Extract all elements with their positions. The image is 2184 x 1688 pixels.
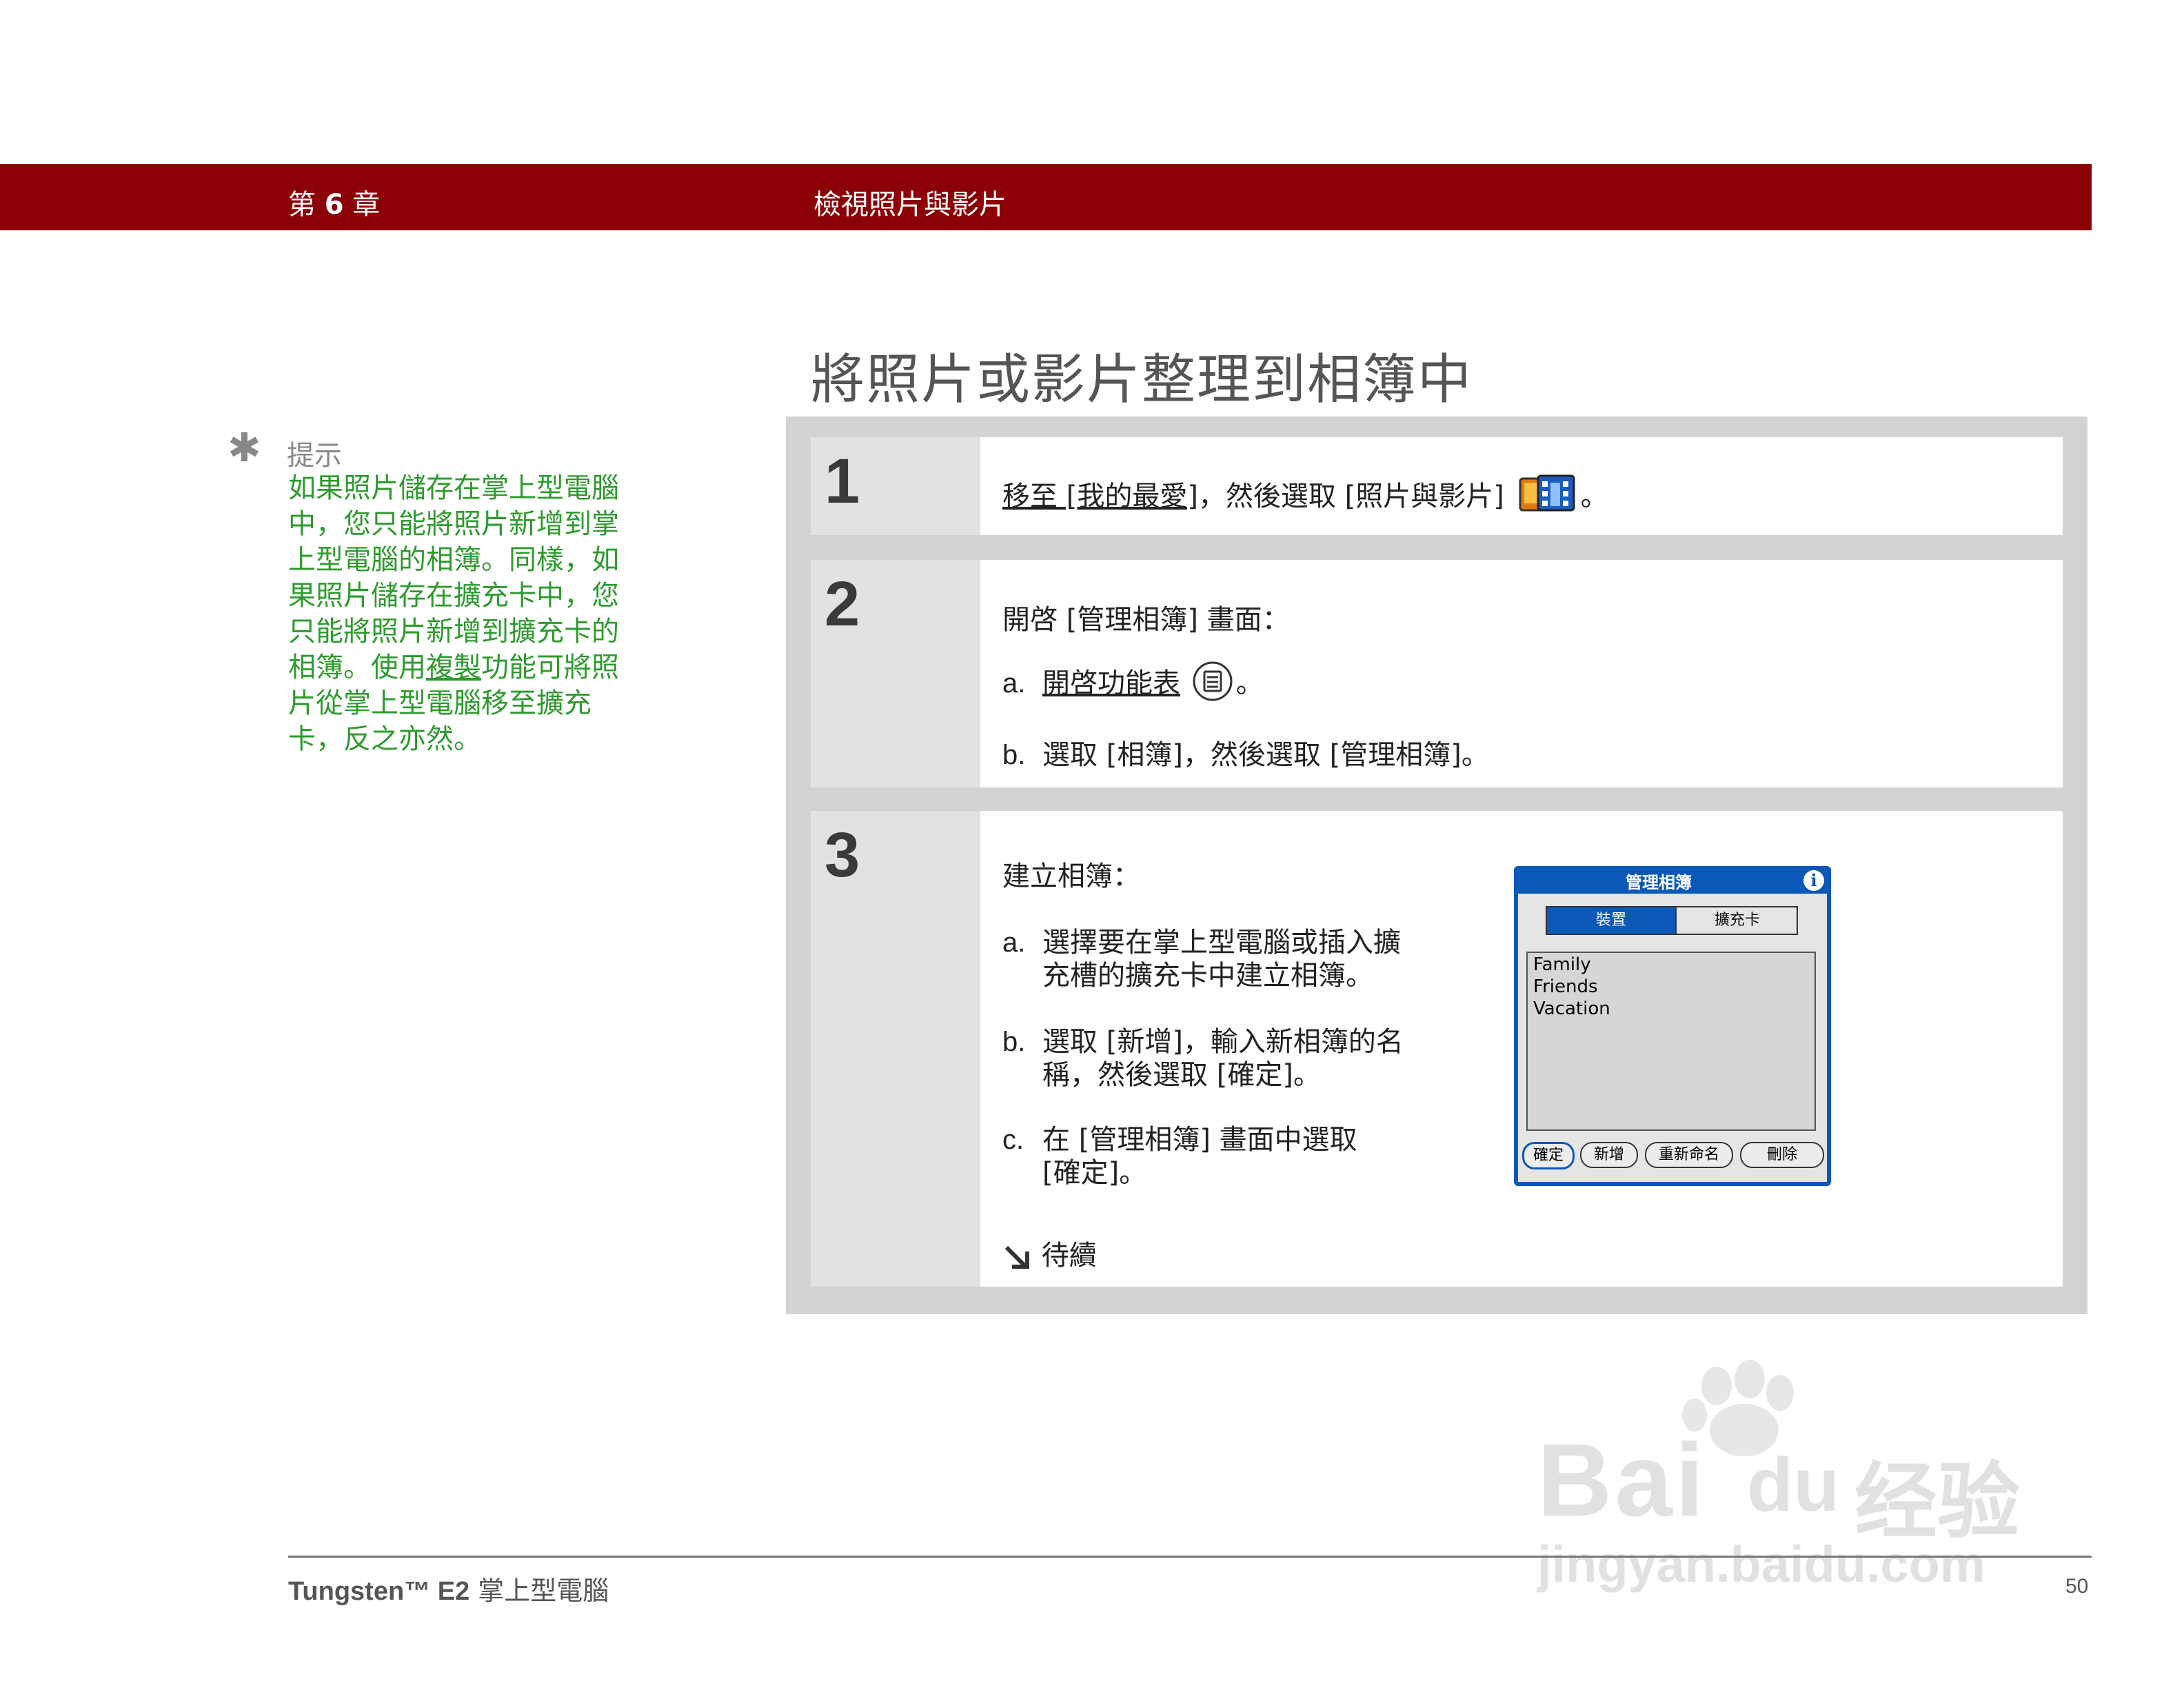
step-2: 2 開啓 [管理相簿] 畫面： a. 開啓功能表 。 b. 選取 [相簿]，然後選取… — [811, 560, 2063, 787]
step-3b-label: b. — [1002, 1027, 1026, 1057]
manage-albums-title: 管理相簿 — [1626, 873, 1692, 892]
step-number: 2 — [825, 569, 860, 639]
info-icon[interactable]: i — [1803, 870, 1824, 891]
chapter-label: 第 6 章 — [288, 182, 380, 222]
chapter-suffix: 章 — [352, 189, 381, 221]
chapter-header-band: 第 6 章 檢視照片與影片 — [0, 164, 2092, 230]
step-3c-label: c. — [1002, 1125, 1024, 1155]
step-3b-line2: 稱，然後選取 [確定]。 — [1042, 1059, 1321, 1091]
page-title: 將照片或影片整理到相簿中 — [811, 349, 1473, 411]
asterisk-icon: ✱ — [228, 424, 261, 471]
step-number: 3 — [825, 820, 860, 890]
product-name: Tungsten™ E2 — [288, 1577, 470, 1606]
list-item[interactable]: Friends — [1533, 976, 1598, 997]
manage-albums-body: 裝置 擴充卡 Family Friends Vacation 確定 新增 重新命… — [1518, 894, 1827, 1182]
list-item[interactable]: Vacation — [1533, 998, 1610, 1019]
chapter-prefix: 第 — [288, 189, 316, 221]
step-3: 3 建立相簿： a. 選擇要在掌上型電腦或插入擴 充槽的擴充卡中建立相簿。 b. 選… — [811, 811, 2063, 1287]
footer-product: Tungsten™ E2 掌上型電腦 — [288, 1569, 609, 1607]
tab-expansion-card[interactable]: 擴充卡 — [1675, 907, 1798, 934]
album-list: Family Friends Vacation — [1526, 952, 1816, 1131]
step-3a-line2: 充槽的擴充卡中建立相簿。 — [1042, 960, 1373, 992]
step-2a-label: a. — [1002, 668, 1026, 699]
step-1: 1 移至 [我的最愛]，然後選取 [照片與影片] 。 — [811, 437, 2063, 535]
watermark-bai: Bai — [1537, 1422, 1707, 1538]
location-tabs: 裝置 擴充卡 — [1546, 906, 1798, 935]
step-3a-label: a. — [1002, 927, 1026, 958]
page-number: 50 — [2065, 1575, 2089, 1598]
list-item[interactable]: Family — [1533, 954, 1591, 975]
step-1-text: 移至 [我的最愛]，然後選取 [照片與影片] 。 — [1002, 473, 1608, 523]
continued-label: 待續 — [1041, 1240, 1097, 1272]
favorites-link[interactable]: 移至 [我的最愛] — [1002, 481, 1198, 512]
step-1-end: 。 — [1580, 481, 1608, 512]
menu-icon — [1192, 661, 1233, 709]
step-2b-text: 選取 [相簿]，然後選取 [管理相簿]。 — [1042, 739, 1489, 771]
step-2a: a. 開啓功能表 。 — [1002, 661, 1264, 709]
copy-link[interactable]: 複製 — [426, 652, 481, 683]
step-2-intro: 開啓 [管理相簿] 畫面： — [1002, 604, 1290, 636]
step-2b: b. 選取 [相簿]，然後選取 [管理相簿]。 — [1002, 732, 1489, 772]
photos-videos-icon — [1517, 473, 1577, 523]
new-button[interactable]: 新增 — [1580, 1142, 1638, 1168]
delete-button[interactable]: 刪除 — [1740, 1142, 1824, 1168]
steps-frame: 1 移至 [我的最愛]，然後選取 [照片與影片] 。 2 開啓 [管理相簿] 畫… — [786, 416, 2087, 1314]
open-menu-link[interactable]: 開啓功能表 — [1042, 667, 1180, 699]
step-2b-label: b. — [1002, 740, 1026, 770]
step-3-intro: 建立相簿： — [1002, 861, 1140, 892]
footer-divider — [288, 1556, 2092, 1558]
step-3c-line2: [確定]。 — [1042, 1157, 1147, 1189]
step-1-instruction: ，然後選取 [照片與影片] — [1197, 481, 1504, 512]
manage-albums-screen: 管理相簿 i 裝置 擴充卡 Family Friends Vacation 確定… — [1514, 866, 1831, 1186]
section-title: 檢視照片與影片 — [813, 189, 1007, 221]
tip-label: 提示 — [287, 440, 342, 472]
tip-text: 如果照片儲存在掌上型電腦中，您只能將照片新增到掌上型電腦的相簿。同樣，如果照片儲… — [288, 470, 626, 757]
ok-button[interactable]: 確定 — [1522, 1142, 1575, 1169]
watermark-url: jingyan.baidu.com — [1537, 1536, 1985, 1593]
continued-note: 待續 — [1002, 1233, 1097, 1273]
watermark-du: du — [1747, 1443, 1840, 1527]
tab-device[interactable]: 裝置 — [1547, 907, 1675, 934]
chapter-number: 6 — [324, 189, 344, 221]
rename-button[interactable]: 重新命名 — [1645, 1142, 1733, 1168]
product-suffix: 掌上型電腦 — [478, 1576, 609, 1606]
step-2a-end: 。 — [1235, 667, 1264, 699]
continued-arrow-icon — [1002, 1240, 1042, 1272]
baidu-watermark: Bai du 经验 jingyan.baidu.com — [1530, 1358, 2054, 1593]
step-number: 1 — [825, 446, 860, 516]
